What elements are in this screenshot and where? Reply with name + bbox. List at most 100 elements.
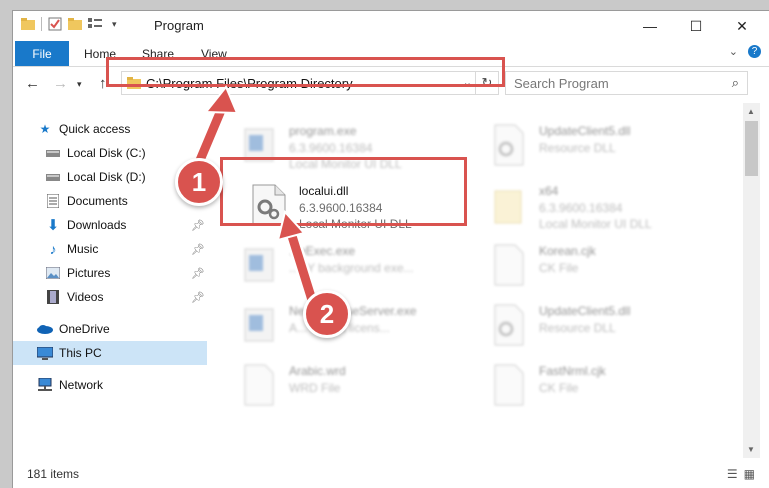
help-icon[interactable]: ? <box>748 45 761 58</box>
folder-icon <box>21 18 35 30</box>
computer-icon <box>37 345 53 361</box>
sidebar-item-local-disk-c[interactable]: Local Disk (C:) <box>45 141 146 165</box>
exe-icon <box>244 128 274 162</box>
scroll-down-icon[interactable]: ▼ <box>747 445 755 454</box>
sidebar-item-videos[interactable]: Videos <box>45 285 103 309</box>
expand-ribbon-icon[interactable]: ⌄ <box>729 45 738 58</box>
file-item[interactable]: ...eExec.exe ...BY background exe... <box>229 239 469 289</box>
step-badge-2: 2 <box>303 290 351 338</box>
file-version: 6.3.9600.16384 <box>299 201 383 215</box>
file-description: ...BY background exe... <box>289 261 414 275</box>
file-item-localui-dll[interactable]: localui.dll 6.3.9600.16384 Local Monitor… <box>239 179 479 231</box>
file-name: UpdateClient5.dll <box>539 304 631 318</box>
tab-file[interactable]: File <box>15 41 69 66</box>
item-count: 181 items <box>27 467 80 481</box>
forward-icon[interactable]: → <box>53 75 68 92</box>
file-description: Local Monitor UI DLL <box>299 217 412 231</box>
chevron-down-icon[interactable]: ⌄ <box>463 76 472 89</box>
file-version: 6.3.9600.16384 <box>539 201 623 215</box>
search-placeholder: Search Program <box>514 76 609 91</box>
file-name: Korean.cjk <box>539 244 596 258</box>
videos-icon <box>45 289 61 305</box>
file-item[interactable]: x64 6.3.9600.16384 Local Monitor UI DLL <box>479 179 719 231</box>
sidebar-item-network[interactable]: Network <box>37 373 103 397</box>
step-badge-1: 1 <box>175 158 223 206</box>
tab-share[interactable]: Share <box>142 41 174 66</box>
dll-icon <box>494 124 524 166</box>
ribbon-controls: ⌄ ? <box>729 45 761 58</box>
sidebar-item-label: Music <box>67 242 99 256</box>
window-title: Program <box>154 18 204 33</box>
file-item[interactable]: UpdateClient5.dll Resource DLL <box>479 119 719 169</box>
file-description: Local Monitor UI DLL <box>289 157 402 171</box>
sidebar-item-documents[interactable]: Documents <box>45 189 128 213</box>
sidebar-item-pictures[interactable]: Pictures <box>45 261 110 285</box>
ribbon-tabs: File Home Share View ⌄ ? <box>13 41 769 67</box>
sidebar-item-music[interactable]: ♪ Music <box>45 237 99 261</box>
dll-icon <box>252 184 286 226</box>
exe-icon <box>244 248 274 282</box>
maximize-button[interactable]: ☐ <box>673 11 719 41</box>
file-item[interactable]: Korean.cjk CK File <box>479 239 719 289</box>
file-icon <box>494 364 524 406</box>
star-icon: ★ <box>39 122 51 136</box>
file-version: 6.3.9600.16384 <box>289 141 373 155</box>
file-item[interactable]: FastNrml.cjk CK File <box>479 359 719 409</box>
file-description: CK File <box>539 381 579 395</box>
large-icons-view-icon[interactable]: ▦ <box>744 467 755 481</box>
new-folder-icon[interactable] <box>68 18 82 30</box>
sidebar-item-label: OneDrive <box>59 322 110 336</box>
file-item[interactable]: Arabic.wrd WRD File <box>229 359 469 409</box>
details-view-icon[interactable]: ☰ <box>727 467 738 481</box>
cloud-icon <box>37 321 53 337</box>
refresh-button[interactable]: ↻ <box>475 72 498 94</box>
sidebar-item-onedrive[interactable]: OneDrive <box>37 317 110 341</box>
file-item[interactable]: program.exe 6.3.9600.16384 Local Monitor… <box>229 119 469 171</box>
sidebar-item-this-pc[interactable]: This PC <box>37 341 102 365</box>
pin-icon[interactable]: 📌︎ <box>191 243 205 256</box>
close-button[interactable]: ✕ <box>719 11 765 41</box>
folder-icon <box>127 77 141 89</box>
address-bar[interactable]: C:\Program Files\Program Directory ⌄ ↻ <box>121 71 499 95</box>
sidebar-item-label: Local Disk (C:) <box>67 146 146 160</box>
sidebar-item-label: Pictures <box>67 266 111 280</box>
scroll-thumb[interactable] <box>745 121 758 176</box>
search-icon: ⌕ <box>731 75 739 90</box>
network-icon <box>37 377 53 393</box>
file-item[interactable]: UpdateClient5.dll Resource DLL <box>479 299 719 349</box>
recent-locations-icon[interactable]: ▾ <box>77 79 82 90</box>
maximize-icon: ☐ <box>689 17 703 34</box>
vertical-scrollbar[interactable]: ▲ ▼ <box>743 103 760 458</box>
sidebar-item-quick-access[interactable]: ★ Quick access <box>37 117 131 141</box>
music-icon: ♪ <box>49 241 57 257</box>
pictures-icon <box>45 265 61 281</box>
view-options-icon[interactable] <box>88 18 106 30</box>
dll-icon <box>494 304 524 346</box>
minimize-button[interactable]: — <box>627 11 673 41</box>
drive-icon <box>45 169 61 185</box>
file-name: Arabic.wrd <box>289 364 346 378</box>
sidebar-item-label: Documents <box>67 194 128 208</box>
separator <box>41 17 42 31</box>
sidebar-item-label: Network <box>59 378 104 392</box>
pin-icon[interactable]: 📌︎ <box>191 219 205 232</box>
refresh-icon: ↻ <box>481 75 493 90</box>
pin-icon[interactable]: 📌︎ <box>191 291 205 304</box>
scroll-up-icon[interactable]: ▲ <box>747 107 755 116</box>
documents-icon <box>45 193 61 209</box>
customize-qat-icon[interactable]: ▾ <box>112 19 117 30</box>
up-icon[interactable]: ↑ <box>99 75 107 92</box>
properties-icon[interactable] <box>48 17 62 31</box>
pin-icon[interactable]: 📌︎ <box>191 267 205 280</box>
file-description: Resource DLL <box>539 141 616 155</box>
tab-home[interactable]: Home <box>84 41 116 66</box>
navigation-bar: ← → ▾ ↑ C:\Program Files\Program Directo… <box>13 67 769 101</box>
exe-icon <box>244 308 274 342</box>
sidebar-item-local-disk-d[interactable]: Local Disk (D:) <box>45 165 146 189</box>
file-name: localui.dll <box>299 184 349 198</box>
tab-view[interactable]: View <box>201 41 227 66</box>
back-icon[interactable]: ← <box>25 75 40 92</box>
file-list: program.exe 6.3.9600.16384 Local Monitor… <box>209 103 739 458</box>
sidebar-item-downloads[interactable]: ⬇ Downloads <box>45 213 127 237</box>
search-box[interactable]: Search Program ⌕ <box>505 71 748 95</box>
